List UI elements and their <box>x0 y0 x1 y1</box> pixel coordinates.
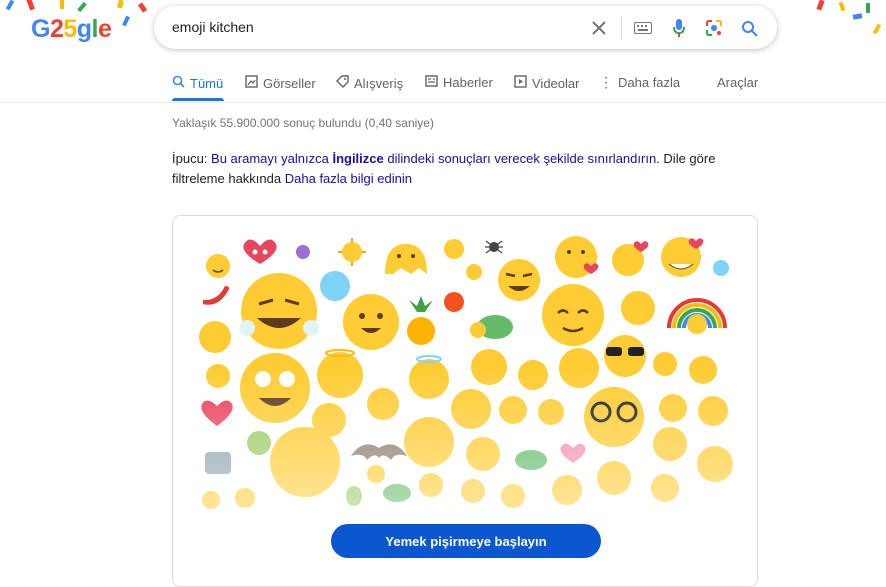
emoji-icon <box>343 294 399 350</box>
logo-letter: 2 <box>49 15 64 43</box>
search-tabs: Tümü Görseller Alışveriş Haberler Videol… <box>0 65 886 103</box>
more-vert-icon: ⋮ <box>599 74 613 90</box>
tab-videos[interactable]: Videolar <box>514 75 579 91</box>
emoji-icon <box>206 254 230 278</box>
logo-letter: 5 <box>63 15 77 43</box>
image-icon <box>245 75 258 91</box>
tip-link-text: Bu aramayı yalnızca <box>211 151 329 166</box>
lens-icon[interactable] <box>703 17 725 39</box>
tip-link-text: dilindeki sonuçları verecek şekilde sını… <box>387 151 660 166</box>
google-doodle-logo[interactable]: G25gle <box>31 15 112 44</box>
ghost-emoji-icon <box>385 244 427 274</box>
microphone-icon[interactable] <box>668 17 690 39</box>
search-icon <box>172 75 185 91</box>
heart-eyes-emoji-icon <box>243 239 277 264</box>
turtle-emoji-icon <box>470 315 513 339</box>
search-box[interactable]: emoji kitchen <box>154 6 777 49</box>
tab-label: Daha fazla <box>618 75 681 90</box>
play-icon <box>514 75 527 91</box>
tab-shopping[interactable]: Alışveriş <box>336 75 403 91</box>
divider <box>621 16 622 40</box>
keyboard-icon[interactable] <box>632 17 654 39</box>
news-icon <box>425 75 438 90</box>
tab-all[interactable]: Tümü <box>172 75 223 91</box>
cold-face-emoji-icon <box>320 271 350 301</box>
tab-news[interactable]: Haberler <box>425 75 493 90</box>
tip-prefix: İpucu: <box>172 151 208 166</box>
logo-letter: G <box>31 15 50 43</box>
language-name: İngilizce <box>332 151 384 166</box>
search-icon[interactable] <box>738 17 760 39</box>
tag-icon <box>336 75 349 91</box>
pineapple-emoji-icon <box>407 296 435 345</box>
emoji-icon <box>444 239 464 259</box>
logo-letter: e <box>98 15 112 43</box>
search-input[interactable]: emoji kitchen <box>172 19 254 35</box>
tab-label: Alışveriş <box>354 75 404 91</box>
emoji-icon <box>713 260 729 276</box>
emoji-icon <box>498 259 540 301</box>
pepper-emoji-icon <box>203 286 229 305</box>
emoji-kitchen-card[interactable]: Yemek pişirmeye başlayın <box>172 215 758 587</box>
clear-icon[interactable] <box>588 17 610 39</box>
emoji-icon <box>444 292 464 312</box>
sun-emoji-icon <box>338 238 366 266</box>
learn-more-link[interactable]: Daha fazla bilgi edinin <box>285 171 412 186</box>
tab-label: Videolar <box>532 75 580 91</box>
purple-emoji-icon <box>296 245 310 259</box>
emoji-icon <box>621 291 655 325</box>
spider-emoji-icon <box>485 240 503 254</box>
restrict-language-link[interactable]: Bu aramayı yalnızca İngilizce dilindeki … <box>211 151 660 166</box>
emoji-icon <box>661 237 704 277</box>
rainbow-emoji-icon <box>667 298 727 334</box>
kissing-emoji-icon <box>555 236 599 278</box>
tab-label: Haberler <box>443 75 493 90</box>
tab-more[interactable]: ⋮ Daha fazla <box>599 75 680 90</box>
result-stats: Yaklaşık 55.900.000 sonuç bulundu (0,40 … <box>172 116 434 130</box>
emoji-icon <box>542 284 604 346</box>
emoji-icon <box>239 273 319 349</box>
tab-label: Görseller <box>263 75 316 91</box>
active-tab-indicator <box>172 98 224 101</box>
emoji-icon <box>199 321 231 353</box>
logo-letter: g <box>76 15 92 43</box>
emoji-icon <box>466 264 482 280</box>
tools-button[interactable]: Araçlar <box>717 75 758 90</box>
tab-images[interactable]: Görseller <box>245 75 316 91</box>
emoji-icon <box>612 241 649 276</box>
language-tip: İpucu: Bu aramayı yalnızca İngilizce dil… <box>172 149 732 189</box>
start-cooking-button[interactable]: Yemek pişirmeye başlayın <box>331 524 601 558</box>
tools-label: Araçlar <box>717 75 759 90</box>
tab-label: Tümü <box>190 75 224 91</box>
